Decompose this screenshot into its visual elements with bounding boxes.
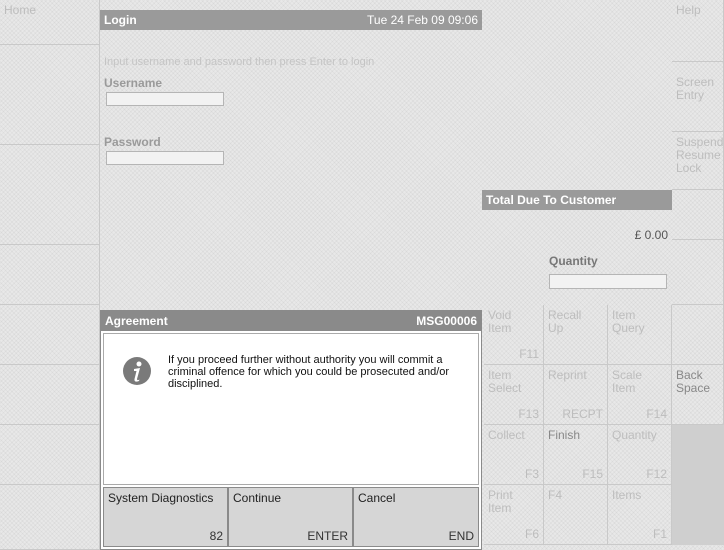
total-amount: £ 0.00 xyxy=(634,228,668,242)
keypad-label: Collect xyxy=(488,428,525,442)
keypad-finish[interactable]: Finish F15 xyxy=(544,425,608,485)
continue-button[interactable]: Continue ENTER xyxy=(228,487,353,547)
keypad-label: Void Item xyxy=(488,308,512,335)
cancel-button[interactable]: Cancel END xyxy=(353,487,479,547)
suspend-button[interactable]: Suspend Resume Lock xyxy=(672,132,724,190)
keypad-quantity[interactable]: Quantity F12 xyxy=(608,425,672,485)
login-instruction: Input username and password then press E… xyxy=(104,56,375,68)
login-title-bar: Login Tue 24 Feb 09 09:06 xyxy=(100,10,482,30)
help-label: Help xyxy=(676,3,701,17)
keypad-label: Reprint xyxy=(548,368,587,382)
password-label: Password xyxy=(104,135,161,149)
keypad-item-select[interactable]: Item Select F13 xyxy=(484,365,544,425)
back-space-label: Back Space xyxy=(676,368,711,395)
home-label: Home xyxy=(4,3,37,17)
dialog-code: MSG00006 xyxy=(416,314,477,328)
agreement-dialog: Agreement MSG00006 If you proceed furthe… xyxy=(100,310,482,550)
dialog-body: If you proceed further without authority… xyxy=(103,333,479,485)
username-field[interactable] xyxy=(106,92,224,106)
left-tile-3[interactable] xyxy=(0,245,100,305)
right-dark-panel xyxy=(672,425,724,545)
help-button[interactable]: Help xyxy=(672,0,724,62)
keypad-key: F13 xyxy=(518,407,539,421)
back-space-button[interactable]: Back Space xyxy=(672,365,724,425)
login-datetime: Tue 24 Feb 09 09:06 xyxy=(367,13,478,27)
continue-key: ENTER xyxy=(307,529,348,543)
screen-entry-button[interactable]: Screen Entry xyxy=(672,62,724,132)
total-header-label: Total Due To Customer xyxy=(486,193,617,207)
left-tile-1[interactable] xyxy=(0,45,100,145)
keypad-item-query[interactable]: Item Query xyxy=(608,305,672,365)
cancel-label: Cancel xyxy=(358,491,396,505)
dialog-message: If you proceed further without authority… xyxy=(168,354,450,390)
keypad-label: Scale Item xyxy=(612,368,643,395)
keypad-key: F11 xyxy=(519,347,539,361)
keypad-label: F4 xyxy=(548,488,563,502)
screen-entry-label: Screen Entry xyxy=(676,75,715,102)
quantity-label: Quantity xyxy=(549,254,598,268)
left-tile-5[interactable] xyxy=(0,365,100,425)
keypad-label: Print Item xyxy=(488,488,513,515)
system-diagnostics-label: System Diagnostics xyxy=(108,491,214,505)
keypad-label: Items xyxy=(612,488,642,502)
keypad-reprint[interactable]: Reprint RECPT xyxy=(544,365,608,425)
keypad-print-item[interactable]: Print Item F6 xyxy=(484,485,544,545)
keypad-f4[interactable]: F4 xyxy=(544,485,608,545)
keypad-collect[interactable]: Collect F3 xyxy=(484,425,544,485)
right-tile-3[interactable] xyxy=(672,305,724,365)
keypad-label: Quantity xyxy=(612,428,657,442)
left-tile-7[interactable] xyxy=(0,485,100,550)
quantity-field[interactable] xyxy=(549,274,667,289)
right-tile-1[interactable] xyxy=(672,190,724,240)
keypad-key: F14 xyxy=(646,407,667,421)
left-tile-2[interactable] xyxy=(0,145,100,245)
keypad-label: Item Query xyxy=(612,308,645,335)
keypad-key: F12 xyxy=(646,467,667,481)
keypad-items[interactable]: Items F1 xyxy=(608,485,672,545)
keypad-label: Item Select xyxy=(488,368,522,395)
keypad-key: F1 xyxy=(652,527,667,541)
system-diagnostics-button[interactable]: System Diagnostics 82 xyxy=(103,487,228,547)
keypad-key: F3 xyxy=(524,467,539,481)
right-tile-2[interactable] xyxy=(672,240,724,305)
cancel-key: END xyxy=(448,529,474,543)
keypad-key: F15 xyxy=(582,467,603,481)
username-label: Username xyxy=(104,76,163,90)
login-title: Login xyxy=(104,13,137,27)
continue-label: Continue xyxy=(233,491,282,505)
keypad-scale-item[interactable]: Scale Item F14 xyxy=(608,365,672,425)
password-field[interactable] xyxy=(106,151,224,165)
suspend-label: Suspend Resume Lock xyxy=(676,135,724,175)
keypad-label: Finish xyxy=(548,428,581,442)
total-header: Total Due To Customer xyxy=(482,190,672,210)
left-tile-6[interactable] xyxy=(0,425,100,485)
keypad-recall-up[interactable]: Recall Up xyxy=(544,305,608,365)
keypad-void-item[interactable]: Void Item F11 xyxy=(484,305,544,365)
keypad-label: Recall Up xyxy=(548,308,582,335)
dialog-title: Agreement xyxy=(105,314,168,328)
keypad-key: RECPT xyxy=(562,407,603,421)
dialog-title-bar: Agreement MSG00006 xyxy=(101,311,481,331)
info-icon xyxy=(122,356,152,386)
system-diagnostics-key: 82 xyxy=(209,529,223,543)
keypad-key: F6 xyxy=(524,527,539,541)
home-button[interactable]: Home xyxy=(0,0,100,45)
left-tile-4[interactable] xyxy=(0,305,100,365)
